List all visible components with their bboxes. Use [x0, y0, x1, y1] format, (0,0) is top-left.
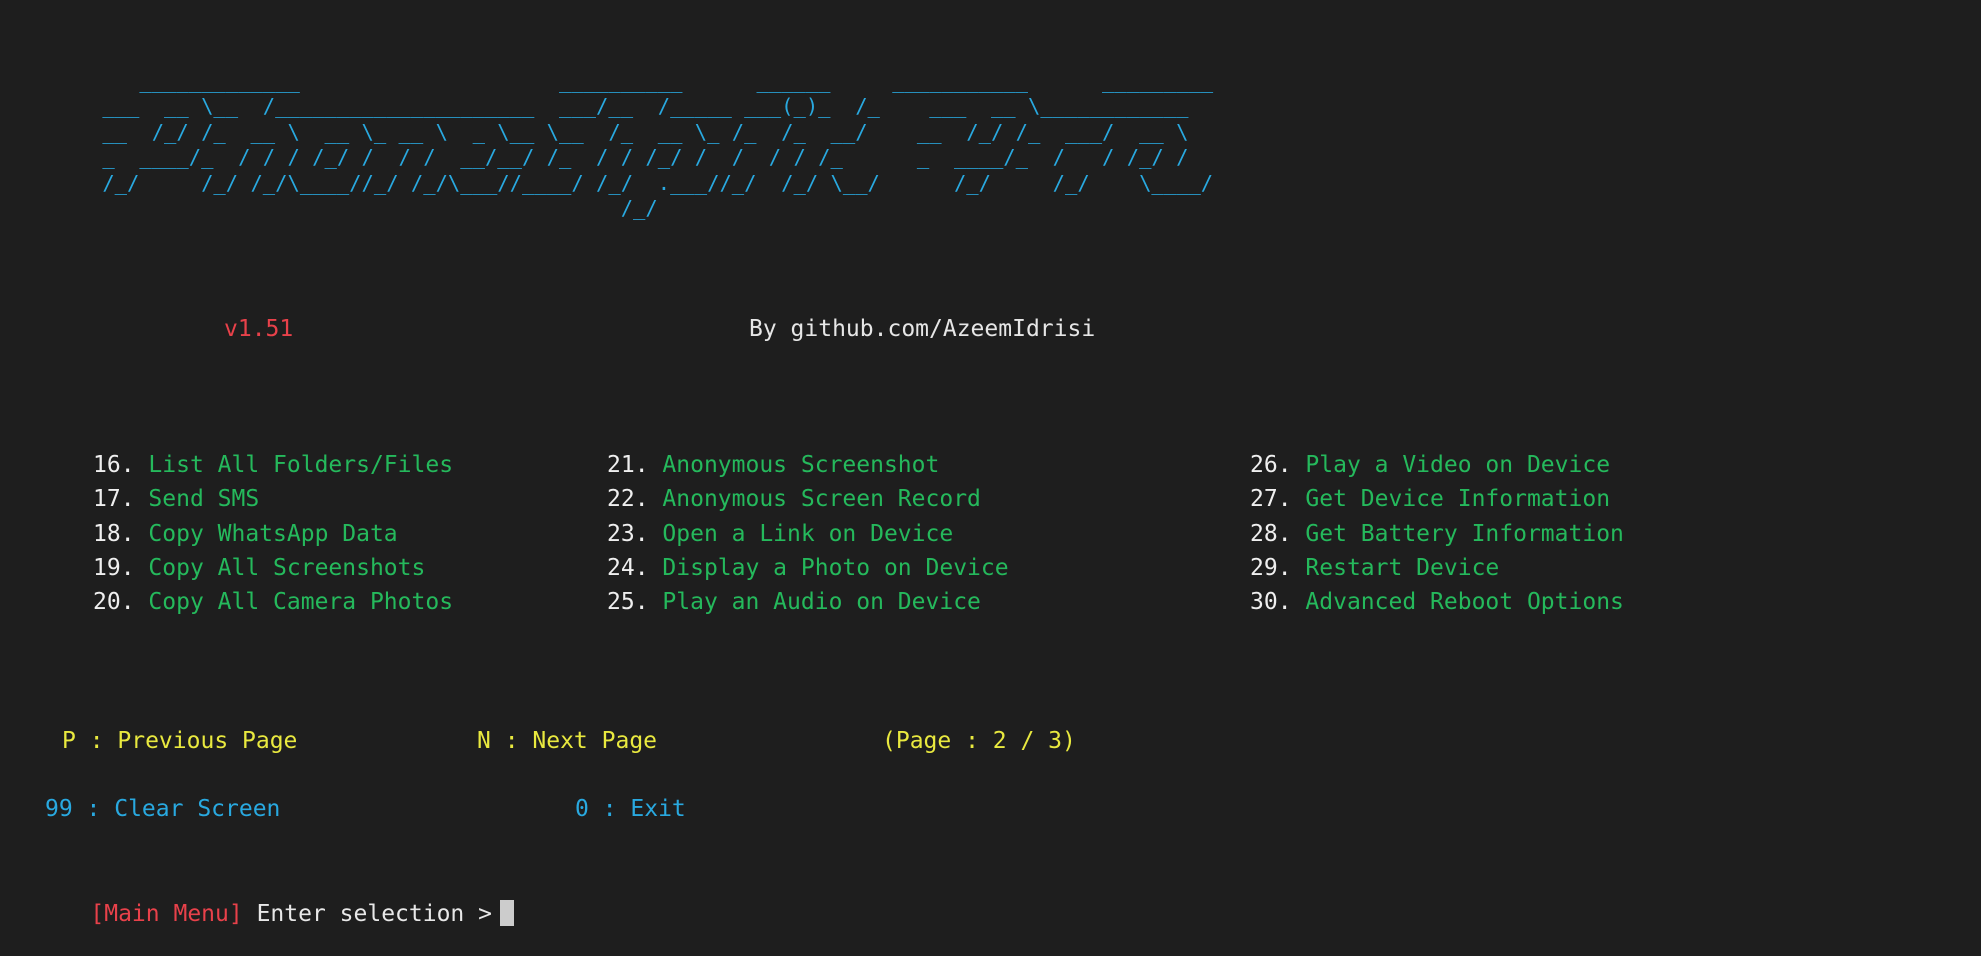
menu-item-18[interactable]: 18. Copy WhatsApp Data	[93, 517, 453, 551]
menu-item-label: Send SMS	[148, 486, 260, 513]
menu-item-number: 23.	[607, 520, 649, 547]
menu-item-25[interactable]: 25. Play an Audio on Device	[607, 585, 1009, 619]
menu-item-26[interactable]: 26. Play a Video on Device	[1250, 448, 1624, 482]
menu-item-number: 20.	[93, 589, 135, 616]
menu-item-number: 28.	[1250, 520, 1292, 547]
menu-item-number: 29.	[1250, 554, 1292, 581]
menu-item-19[interactable]: 19. Copy All Screenshots	[93, 551, 453, 585]
menu-item-label: Get Battery Information	[1305, 520, 1624, 547]
utility-row: 99 : Clear Screen 0 : Exit	[0, 792, 1981, 826]
exit-option[interactable]: 0 : Exit	[575, 792, 686, 826]
menu-item-number: 17.	[93, 486, 135, 513]
menu-item-number: 26.	[1250, 452, 1292, 478]
menu-item-number: 19.	[93, 554, 135, 581]
author-credit: By github.com/AzeemIdrisi	[749, 316, 1096, 342]
version-label: v1.51	[224, 316, 294, 342]
menu-item-30[interactable]: 30. Advanced Reboot Options	[1250, 585, 1624, 619]
previous-page-option[interactable]: P : Previous Page	[62, 724, 297, 758]
terminal-screen: _____________ __________ ______ ________…	[0, 0, 1981, 956]
menu-item-label: Copy All Screenshots	[148, 554, 426, 581]
menu-item-24[interactable]: 24. Display a Photo on Device	[607, 551, 1009, 585]
menu-item-number: 24.	[607, 554, 649, 581]
menu-item-16[interactable]: 16. List All Folders/Files	[93, 448, 453, 482]
page-indicator: (Page : 2 / 3)	[882, 728, 1076, 754]
phonesploit-pro-ascii-logo: _____________ __________ ______ ________…	[102, 68, 1214, 221]
menu-item-number: 30.	[1250, 589, 1292, 616]
menu-item-label: Copy All Camera Photos	[148, 589, 454, 616]
clear-screen-option[interactable]: 99 : Clear Screen	[45, 792, 280, 826]
menu-item-17[interactable]: 17. Send SMS	[93, 482, 453, 516]
menu-item-label: Anonymous Screen Record	[662, 486, 981, 513]
prompt-instruction-label: Enter selection	[242, 901, 479, 927]
menu-item-label: Open a Link on Device	[662, 520, 954, 547]
menu-item-20[interactable]: 20. Copy All Camera Photos	[93, 585, 453, 619]
menu-item-label: Copy WhatsApp Data	[148, 520, 398, 547]
menu-item-number: 27.	[1250, 486, 1292, 513]
next-page-option[interactable]: N : Next Page	[477, 724, 657, 758]
menu-item-number: 22.	[607, 486, 649, 513]
menu-item-number: 25.	[607, 589, 649, 616]
menu-item-label: Play a Video on Device	[1305, 452, 1611, 478]
command-prompt[interactable]: [Main Menu] Enter selection >	[35, 860, 514, 927]
menu-item-29[interactable]: 29. Restart Device	[1250, 551, 1624, 585]
menu-item-label: List All Folders/Files	[148, 452, 454, 478]
header-meta-row: v1.51 By github.com/AzeemIdrisi	[0, 312, 1981, 346]
menu-column-3: 26. Play a Video on Device 27. Get Devic…	[1250, 448, 1624, 619]
menu-item-22[interactable]: 22. Anonymous Screen Record	[607, 482, 1009, 516]
menu-item-label: Anonymous Screenshot	[662, 452, 940, 478]
text-cursor[interactable]	[499, 900, 514, 926]
menu-column-1: 16. List All Folders/Files 17. Send SMS …	[93, 448, 453, 619]
prompt-context-label: [Main Menu]	[90, 901, 243, 927]
menu-item-label: Play an Audio on Device	[662, 589, 981, 616]
menu-item-label: Display a Photo on Device	[662, 554, 1009, 581]
menu-item-label: Get Device Information	[1305, 486, 1611, 513]
menu-item-label: Advanced Reboot Options	[1305, 589, 1624, 616]
prompt-arrow-icon: >	[478, 901, 492, 927]
menu-item-23[interactable]: 23. Open a Link on Device	[607, 517, 1009, 551]
menu-column-2: 21. Anonymous Screenshot 22. Anonymous S…	[607, 448, 1009, 619]
pagination-row: P : Previous Page N : Next Page (Page : …	[0, 724, 1981, 758]
menu-item-21[interactable]: 21. Anonymous Screenshot	[607, 448, 1009, 482]
menu-item-number: 21.	[607, 452, 649, 478]
menu-item-27[interactable]: 27. Get Device Information	[1250, 482, 1624, 516]
menu-item-label: Restart Device	[1305, 554, 1500, 581]
menu-item-number: 18.	[93, 520, 135, 547]
menu-item-number: 16.	[93, 452, 135, 478]
menu-item-28[interactable]: 28. Get Battery Information	[1250, 517, 1624, 551]
